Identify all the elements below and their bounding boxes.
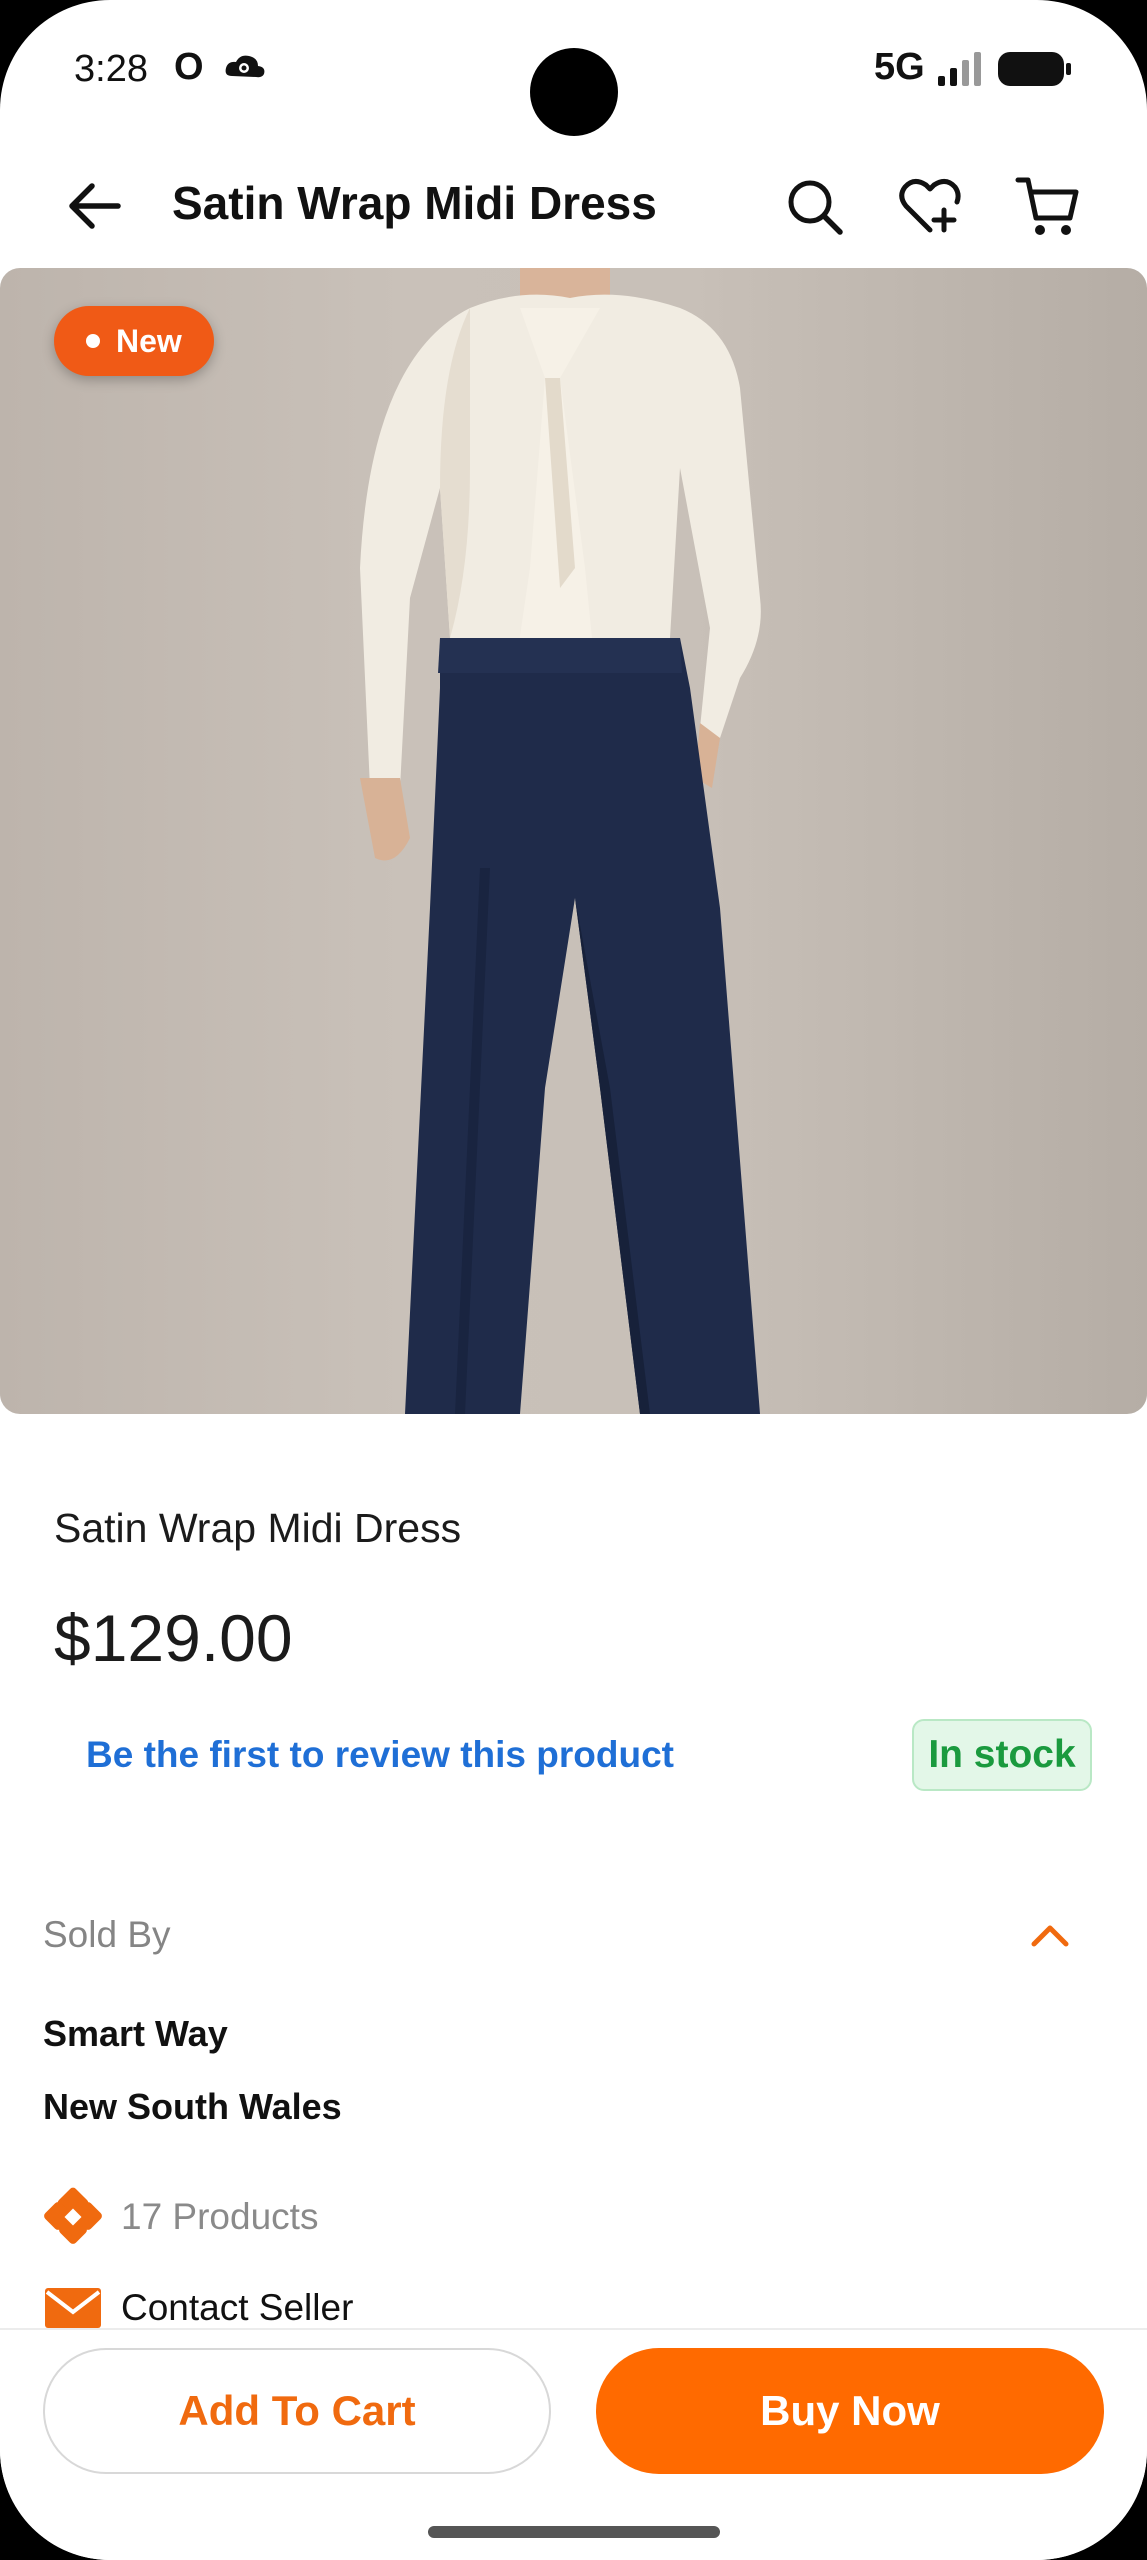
cart-icon[interactable] [1014,172,1082,240]
network-type: 5G [874,46,925,88]
back-arrow-icon[interactable] [64,178,124,234]
page-title: Satin Wrap Midi Dress [172,177,657,229]
battery-icon [998,52,1071,86]
search-icon[interactable] [780,172,848,240]
products-count: 17 Products [121,2196,319,2237]
bottom-action-bar: Add To Cart Buy Now [0,2328,1147,2560]
new-badge: New [54,306,214,376]
signal-bars-icon [938,52,981,86]
buy-now-button[interactable]: Buy Now [596,2348,1104,2474]
seller-region: New South Wales [43,2086,342,2127]
badge-label: New [116,322,182,359]
products-diamond-icon [44,2187,102,2244]
product-name: Satin Wrap Midi Dress [54,1505,462,1551]
sold-by-label: Sold By [43,1914,171,1955]
status-bar: 3:28 O 5G [0,0,1147,140]
product-price: $129.00 [54,1601,293,1675]
wishlist-heart-plus-icon[interactable] [896,172,964,240]
top-app-bar: Satin Wrap Midi Dress [0,150,1147,260]
mail-icon [45,2288,101,2328]
dot-icon [86,334,100,348]
product-image[interactable]: New [0,268,1147,1414]
o-app-icon: O [174,46,204,88]
sold-by-header[interactable]: Sold By [0,1900,1147,1970]
product-detail-screen: 3:28 O 5G Satin Wrap Midi Dress New Sati… [0,0,1147,2560]
home-indicator[interactable] [428,2526,720,2538]
contact-seller-label: Contact Seller [121,2287,354,2328]
camera-cutout [530,48,618,136]
cloud-sync-icon [225,55,265,78]
stock-status-badge: In stock [912,1719,1092,1791]
model-photo [360,268,761,1414]
review-link[interactable]: Be the first to review this product [86,1734,674,1776]
add-to-cart-button[interactable]: Add To Cart [43,2348,551,2474]
seller-products-link[interactable]: 17 Products [43,2186,318,2248]
chevron-up-icon[interactable] [1024,1914,1076,1958]
status-time: 3:28 [74,48,148,90]
seller-name[interactable]: Smart Way [43,2013,228,2055]
